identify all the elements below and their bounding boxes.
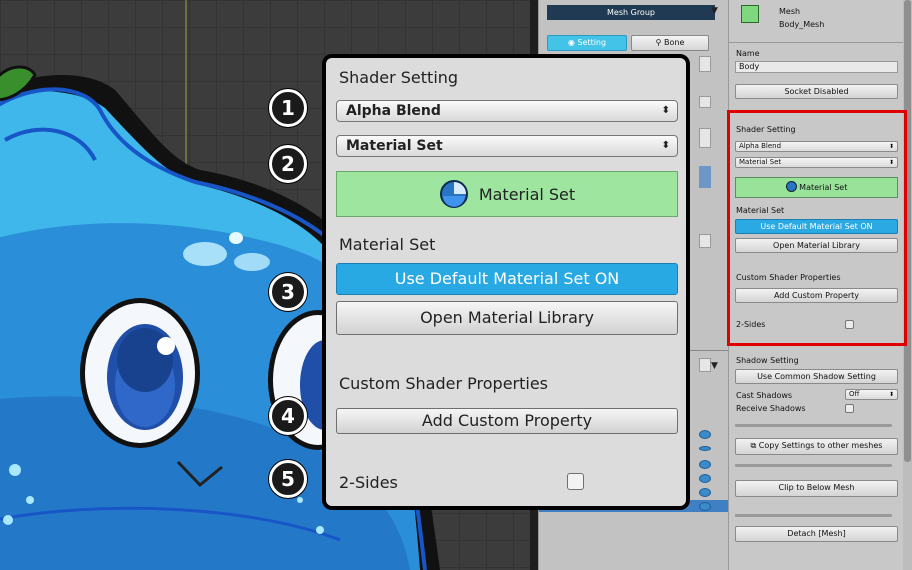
- two-sides-checkbox[interactable]: [845, 320, 854, 329]
- mid-field-stub[interactable]: [699, 96, 711, 108]
- mesh-group-header[interactable]: Mesh Group: [547, 5, 715, 20]
- mid-selected-item[interactable]: [699, 166, 711, 188]
- setting-icon: ◉: [567, 38, 575, 47]
- object-name: Body_Mesh: [779, 20, 825, 29]
- visibility-eye-icon[interactable]: [699, 474, 711, 483]
- zoomed-shader-panel: Shader Setting Alpha Blend ⬍ Material Set…: [322, 54, 690, 510]
- visibility-eye-icon[interactable]: [699, 502, 711, 511]
- marker-5: 5: [269, 460, 307, 498]
- receive-shadows-checkbox[interactable]: [845, 404, 854, 413]
- shader-setting-label: Shader Setting: [736, 125, 796, 134]
- list-dropdown-arrow-icon[interactable]: ▼: [711, 361, 718, 371]
- object-type: Mesh: [779, 7, 801, 16]
- visibility-eye-icon[interactable]: [699, 488, 711, 497]
- name-label: Name: [736, 49, 760, 58]
- bone-icon: ⚲: [655, 38, 662, 47]
- mid-button-stub[interactable]: [699, 56, 711, 72]
- zoom-material-set-button[interactable]: Material Set: [336, 171, 678, 217]
- zoom-custom-shader-props-label: Custom Shader Properties: [339, 374, 549, 393]
- visibility-eye-icon[interactable]: [699, 430, 711, 439]
- marker-2: 2: [269, 145, 307, 183]
- material-sphere-icon: [439, 180, 468, 208]
- receive-shadows-label: Receive Shadows: [736, 404, 806, 413]
- material-set-button[interactable]: Material Set: [735, 177, 898, 198]
- mid-button-stub-3[interactable]: [699, 234, 711, 248]
- select-arrows-icon: ⬍: [888, 391, 894, 398]
- custom-shader-props-label: Custom Shader Properties: [736, 273, 841, 282]
- cast-shadows-select[interactable]: Off ⬍: [845, 389, 898, 400]
- marker-4: 4: [269, 397, 307, 435]
- select-arrows-icon: ⬍: [888, 143, 894, 150]
- inspector-scrollbar[interactable]: [903, 0, 912, 570]
- marker-3: 3: [269, 273, 307, 311]
- mid-list-header-stub[interactable]: [699, 358, 711, 372]
- zoom-add-custom-property-button[interactable]: Add Custom Property: [336, 408, 678, 434]
- tab-bone[interactable]: ⚲ Bone: [631, 35, 709, 51]
- mesh-icon: [741, 5, 759, 23]
- select-arrows-icon: ⬍: [661, 140, 670, 151]
- use-default-material-button[interactable]: Use Default Material Set ON: [735, 219, 898, 234]
- two-sides-label: 2-Sides: [736, 320, 766, 329]
- select-arrows-icon: ⬍: [661, 105, 670, 116]
- dropdown-arrow-icon[interactable]: ▼: [711, 6, 718, 16]
- material-type-select[interactable]: Material Set ⬍: [735, 157, 898, 168]
- separator: [735, 514, 892, 517]
- mid-button-stub-2[interactable]: [699, 128, 711, 148]
- copy-icon: ⧉: [750, 441, 757, 450]
- zoom-material-type-select[interactable]: Material Set ⬍: [336, 135, 678, 157]
- visibility-eye-icon[interactable]: [699, 460, 711, 469]
- cast-shadows-label: Cast Shadows: [736, 391, 793, 400]
- zoom-material-set-label: Material Set: [339, 235, 436, 254]
- zoom-two-sides-label: 2-Sides: [339, 473, 398, 492]
- add-custom-property-button[interactable]: Add Custom Property: [735, 288, 898, 303]
- detach-mesh-button[interactable]: Detach [Mesh]: [735, 526, 898, 542]
- material-sphere-icon: [785, 181, 797, 192]
- blend-mode-select[interactable]: Alpha Blend ⬍: [735, 141, 898, 152]
- copy-settings-button[interactable]: ⧉ Copy Settings to other meshes: [735, 438, 898, 455]
- shadow-setting-label: Shadow Setting: [736, 356, 799, 365]
- inspector-panel: Mesh Body_Mesh Name Body Socket Disabled…: [728, 0, 912, 570]
- scrollbar-thumb[interactable]: [904, 0, 911, 462]
- select-arrows-icon: ⬍: [888, 159, 894, 166]
- zoom-two-sides-checkbox[interactable]: [567, 473, 584, 490]
- zoom-blend-mode-select[interactable]: Alpha Blend ⬍: [336, 100, 678, 122]
- zoom-open-material-library-button[interactable]: Open Material Library: [336, 301, 678, 335]
- tab-setting[interactable]: ◉ Setting: [547, 35, 627, 51]
- open-material-library-button[interactable]: Open Material Library: [735, 238, 898, 253]
- visibility-toggle-icon[interactable]: [699, 446, 711, 451]
- use-common-shadow-button[interactable]: Use Common Shadow Setting: [735, 369, 898, 384]
- separator: [735, 464, 892, 467]
- name-input[interactable]: Body: [735, 61, 898, 73]
- zoom-use-default-material-button[interactable]: Use Default Material Set ON: [336, 263, 678, 295]
- zoom-shader-setting-label: Shader Setting: [339, 68, 459, 87]
- material-set-label: Material Set: [736, 206, 785, 215]
- marker-1: 1: [269, 89, 307, 127]
- separator: [735, 424, 892, 427]
- divider: [729, 42, 904, 43]
- clip-to-below-mesh-button[interactable]: Clip to Below Mesh: [735, 480, 898, 497]
- socket-disabled-button[interactable]: Socket Disabled: [735, 84, 898, 99]
